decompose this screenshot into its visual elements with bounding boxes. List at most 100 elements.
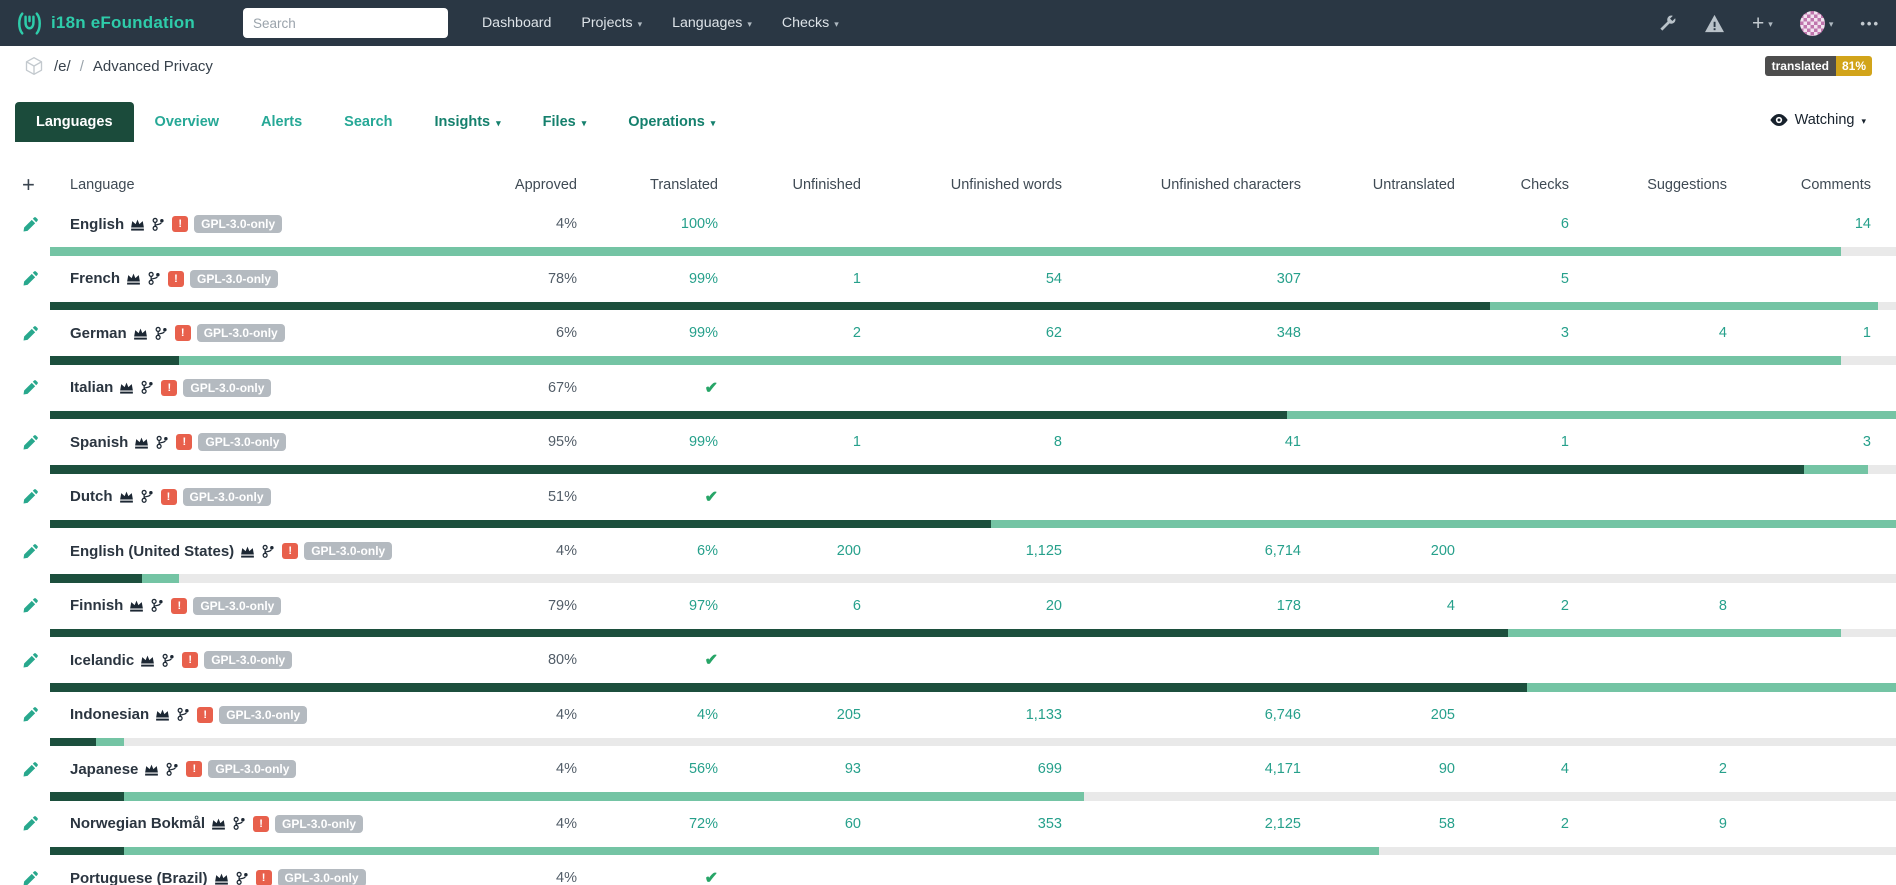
suggestions-cell: 2 bbox=[1569, 761, 1727, 777]
add-language-button[interactable]: + bbox=[20, 174, 70, 196]
watching-dropdown[interactable]: Watching ▾ bbox=[1770, 112, 1866, 128]
edit-pencil-icon[interactable] bbox=[20, 488, 70, 505]
alert-badge-icon[interactable]: ! bbox=[182, 652, 198, 668]
language-link[interactable]: Italian bbox=[70, 379, 113, 396]
tab-alerts[interactable]: Alerts bbox=[240, 102, 323, 142]
edit-pencil-icon[interactable] bbox=[20, 815, 70, 832]
language-link[interactable]: Portuguese (Brazil) bbox=[70, 870, 208, 885]
language-link[interactable]: English bbox=[70, 216, 124, 233]
language-link[interactable]: Icelandic bbox=[70, 652, 134, 669]
alert-badge-icon[interactable]: ! bbox=[172, 216, 188, 232]
translated-link[interactable]: 99% bbox=[689, 325, 718, 341]
language-link[interactable]: Indonesian bbox=[70, 706, 149, 723]
language-link[interactable]: Spanish bbox=[70, 434, 128, 451]
language-link[interactable]: German bbox=[70, 325, 127, 342]
translated-link[interactable]: 56% bbox=[689, 761, 718, 777]
edit-pencil-icon[interactable] bbox=[20, 216, 70, 233]
alert-badge-icon[interactable]: ! bbox=[176, 434, 192, 450]
alert-badge-icon[interactable]: ! bbox=[253, 816, 269, 832]
edit-pencil-icon[interactable] bbox=[20, 652, 70, 669]
license-badge[interactable]: GPL-3.0-only bbox=[183, 488, 271, 506]
language-link[interactable]: English (United States) bbox=[70, 543, 234, 560]
license-badge[interactable]: GPL-3.0-only bbox=[193, 597, 281, 615]
license-badge[interactable]: GPL-3.0-only bbox=[208, 760, 296, 778]
license-badge[interactable]: GPL-3.0-only bbox=[304, 542, 392, 560]
alert-badge-icon[interactable]: ! bbox=[175, 325, 191, 341]
tab-files[interactable]: Files ▾ bbox=[522, 102, 608, 142]
translated-cell: 97% ✔ bbox=[577, 598, 718, 614]
chevron-down-icon: ▾ bbox=[1829, 19, 1834, 30]
alert-badge-icon[interactable]: ! bbox=[186, 761, 202, 777]
translated-link[interactable]: 4% bbox=[697, 707, 718, 723]
language-link[interactable]: Finnish bbox=[70, 597, 123, 614]
alert-badge-icon[interactable]: ! bbox=[171, 598, 187, 614]
license-badge[interactable]: GPL-3.0-only bbox=[183, 379, 271, 397]
license-badge[interactable]: GPL-3.0-only bbox=[219, 706, 307, 724]
language-link[interactable]: Norwegian Bokmål bbox=[70, 815, 205, 832]
edit-pencil-icon[interactable] bbox=[20, 270, 70, 287]
translated-link[interactable]: 97% bbox=[689, 598, 718, 614]
edit-pencil-icon[interactable] bbox=[20, 870, 70, 885]
tab-languages[interactable]: Languages bbox=[15, 102, 134, 142]
edit-pencil-icon[interactable] bbox=[20, 761, 70, 778]
license-badge[interactable]: GPL-3.0-only bbox=[194, 215, 282, 233]
edit-pencil-icon[interactable] bbox=[20, 325, 70, 342]
tab-operations[interactable]: Operations ▾ bbox=[607, 102, 736, 142]
nav-item-dashboard[interactable]: Dashboard bbox=[482, 15, 551, 31]
translation-progress-bar bbox=[50, 738, 1896, 747]
more-menu-button[interactable]: ••• bbox=[1860, 16, 1880, 31]
brand-link[interactable]: i18n eFoundation bbox=[16, 10, 195, 37]
translated-bar-segment bbox=[179, 356, 1840, 365]
admin-wrench-icon[interactable] bbox=[1658, 14, 1677, 33]
alert-badge-icon[interactable]: ! bbox=[197, 707, 213, 723]
language-link[interactable]: Dutch bbox=[70, 488, 113, 505]
col-header-language[interactable]: Language bbox=[70, 177, 425, 193]
edit-pencil-icon[interactable] bbox=[20, 434, 70, 451]
nav-item-checks[interactable]: Checks ▾ bbox=[782, 15, 839, 31]
translated-link[interactable]: 99% bbox=[689, 271, 718, 287]
breadcrumb-project-link[interactable]: /e/ bbox=[54, 58, 71, 75]
edit-pencil-icon[interactable] bbox=[20, 597, 70, 614]
unfinished-words-cell: 353 bbox=[861, 816, 1062, 832]
edit-pencil-icon[interactable] bbox=[20, 379, 70, 396]
translated-link[interactable]: 99% bbox=[689, 434, 718, 450]
alert-badge-icon[interactable]: ! bbox=[161, 489, 177, 505]
user-menu-button[interactable]: ▾ bbox=[1800, 11, 1834, 36]
license-badge[interactable]: GPL-3.0-only bbox=[198, 433, 286, 451]
col-header-unfinished-characters[interactable]: Unfinished characters bbox=[1062, 177, 1301, 193]
nav-item-languages[interactable]: Languages ▾ bbox=[672, 15, 752, 31]
col-header-comments[interactable]: Comments bbox=[1727, 177, 1871, 193]
col-header-approved[interactable]: Approved bbox=[425, 177, 577, 193]
alert-badge-icon[interactable]: ! bbox=[161, 380, 177, 396]
edit-pencil-icon[interactable] bbox=[20, 543, 70, 560]
translated-link[interactable]: 100% bbox=[681, 216, 718, 232]
chevron-down-icon: ▾ bbox=[582, 118, 587, 129]
add-menu-button[interactable]: + ▾ bbox=[1752, 13, 1773, 34]
col-header-unfinished-words[interactable]: Unfinished words bbox=[861, 177, 1062, 193]
tab-overview[interactable]: Overview bbox=[134, 102, 241, 142]
col-header-translated[interactable]: Translated bbox=[577, 177, 718, 193]
license-badge[interactable]: GPL-3.0-only bbox=[278, 869, 366, 885]
alert-badge-icon[interactable]: ! bbox=[282, 543, 298, 559]
nav-item-projects[interactable]: Projects ▾ bbox=[581, 15, 642, 31]
translated-link[interactable]: 6% bbox=[697, 543, 718, 559]
col-header-untranslated[interactable]: Untranslated bbox=[1301, 177, 1455, 193]
edit-pencil-icon[interactable] bbox=[20, 706, 70, 723]
license-badge[interactable]: GPL-3.0-only bbox=[204, 651, 292, 669]
tab-search[interactable]: Search bbox=[323, 102, 413, 142]
unfinished-cell: 200 bbox=[718, 543, 861, 559]
col-header-suggestions[interactable]: Suggestions bbox=[1569, 177, 1727, 193]
license-badge[interactable]: GPL-3.0-only bbox=[197, 324, 285, 342]
license-badge[interactable]: GPL-3.0-only bbox=[190, 270, 278, 288]
alert-badge-icon[interactable]: ! bbox=[168, 271, 184, 287]
search-input[interactable] bbox=[243, 8, 448, 38]
col-header-checks[interactable]: Checks bbox=[1455, 177, 1569, 193]
alert-badge-icon[interactable]: ! bbox=[256, 870, 272, 885]
col-header-unfinished[interactable]: Unfinished bbox=[718, 177, 861, 193]
language-link[interactable]: Japanese bbox=[70, 761, 138, 778]
license-badge[interactable]: GPL-3.0-only bbox=[275, 815, 363, 833]
translated-link[interactable]: 72% bbox=[689, 816, 718, 832]
language-link[interactable]: French bbox=[70, 270, 120, 287]
tab-insights[interactable]: Insights ▾ bbox=[414, 102, 522, 142]
alerts-warning-icon[interactable] bbox=[1704, 14, 1725, 33]
